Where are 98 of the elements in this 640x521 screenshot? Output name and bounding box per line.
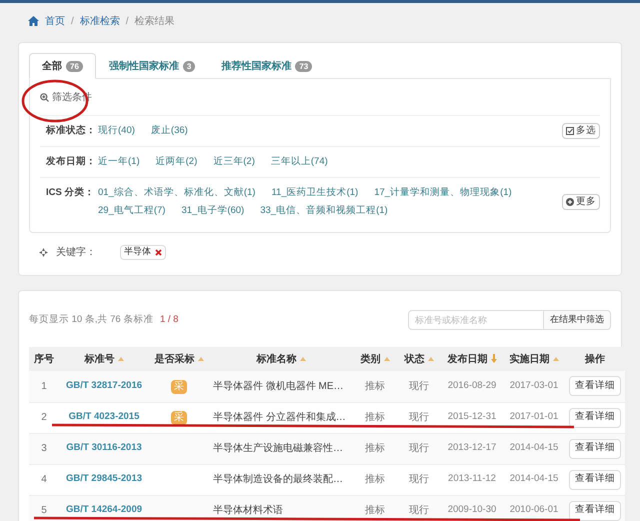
table-cell: 2009-10-30 xyxy=(441,495,503,521)
filter-label: 发布日期： xyxy=(44,155,97,169)
filter-option[interactable]: 17_计量学和测量、物理现象(1) xyxy=(374,184,512,202)
standard-link[interactable]: GB/T 14264-2009 xyxy=(59,495,149,521)
table-cell: 半导体器件 微机电器件 ME… xyxy=(209,371,353,402)
table-cell: 推标 xyxy=(353,495,397,521)
home-icon xyxy=(28,16,39,26)
filter-option[interactable]: 近两年(2) xyxy=(156,153,198,171)
zoom-in-icon xyxy=(40,92,49,102)
view-details-button[interactable]: 查看详细 xyxy=(569,408,621,428)
table-cell: 半导体器件 分立器件和集成… xyxy=(209,402,353,433)
filter-label: ICS 分类： xyxy=(45,186,96,200)
filter-option[interactable]: 近三年(2) xyxy=(213,153,255,171)
standard-link[interactable]: GB/T 32817-2016 xyxy=(59,371,149,402)
filter-option[interactable]: 现行(40) xyxy=(98,122,135,140)
standard-link[interactable]: GB/T 30116-2013 xyxy=(59,433,149,464)
keyword-label: 关键字： xyxy=(56,246,96,260)
remove-icon[interactable] xyxy=(155,248,162,256)
adopted-badge: 采 xyxy=(171,380,187,394)
table-cell: 2013-12-17 xyxy=(441,433,503,464)
view-details-button[interactable]: 查看详细 xyxy=(569,376,621,396)
table-cell: 3 xyxy=(29,433,59,464)
column-header[interactable]: 标准名称 xyxy=(209,347,353,371)
more-button[interactable]: 更多 xyxy=(562,194,600,210)
count-badge: 3 xyxy=(182,60,196,72)
filter-label: 标准状态： xyxy=(44,124,97,138)
table-cell: 推标 xyxy=(353,464,397,495)
table-cell: 现行 xyxy=(397,464,441,495)
breadcrumb-separator: / xyxy=(71,14,74,28)
table-cell: 现行 xyxy=(397,433,441,464)
count-badge: 76 xyxy=(66,60,83,72)
table-cell: 推标 xyxy=(353,433,397,464)
column-header[interactable]: 状态 xyxy=(397,347,441,371)
filter-option[interactable]: 近一年(1) xyxy=(98,153,140,171)
breadcrumb-item[interactable]: 标准检索 xyxy=(80,14,120,28)
tab[interactable]: 强制性国家标准 3 xyxy=(96,53,208,79)
standard-link[interactable]: GB/T 29845-2013 xyxy=(59,464,149,495)
sort-icon[interactable] xyxy=(428,356,434,361)
table-cell: 半导体生产设施电磁兼容性… xyxy=(209,433,353,464)
table-cell: 2010-06-01 xyxy=(503,495,565,521)
table-cell: 2015-12-31 xyxy=(441,402,503,433)
table-cell: 5 xyxy=(29,495,59,521)
table-cell: 半导体材料术语 xyxy=(209,495,353,521)
filter-option[interactable]: 29_电气工程(7) xyxy=(98,202,166,220)
standard-link[interactable]: GB/T 4023-2015 xyxy=(59,402,149,433)
filter-option[interactable]: 三年以上(74) xyxy=(270,153,328,171)
table-cell: 2013-11-12 xyxy=(441,464,503,495)
table-cell: 现行 xyxy=(397,402,441,433)
tab[interactable]: 推荐性国家标准 73 xyxy=(208,53,326,79)
filter-option[interactable]: 33_电信、音频和视频工程(1) xyxy=(260,202,388,220)
sort-icon[interactable] xyxy=(300,356,306,361)
column-header[interactable]: 标准号 xyxy=(59,347,149,371)
table-cell: 4 xyxy=(29,464,59,495)
tab[interactable]: 全部 76 xyxy=(29,53,96,79)
view-details-button[interactable]: 查看详细 xyxy=(569,500,621,520)
filter-option[interactable]: 01_综合、术语学、标准化、文献(1) xyxy=(98,184,256,202)
keyword-tag: 半导体 xyxy=(120,244,166,260)
checkbox-icon xyxy=(566,127,574,135)
table-cell: 现行 xyxy=(397,495,441,521)
filter-option[interactable]: 11_医药卫生技术(1) xyxy=(271,184,358,202)
table-cell: 半导体制造设备的最终装配… xyxy=(209,464,353,495)
search-field[interactable]: 标准号或标准名称 xyxy=(408,310,544,330)
filter-option[interactable]: 废止(36) xyxy=(150,122,188,140)
sort-icon[interactable] xyxy=(552,356,558,361)
table-cell: 1 xyxy=(29,371,59,402)
table-cell: 2016-08-29 xyxy=(441,371,503,402)
column-header[interactable]: 实施日期 xyxy=(503,347,565,371)
column-header: 操作 xyxy=(565,347,625,371)
view-details-button[interactable]: 查看详细 xyxy=(569,438,621,458)
plus-circle-icon xyxy=(566,198,574,206)
table-cell: 2014-04-15 xyxy=(503,464,565,495)
table-cell: 2017-03-01 xyxy=(503,371,565,402)
sort-icon[interactable] xyxy=(384,356,390,361)
filter-in-results-button[interactable]: 在结果中筛选 xyxy=(544,310,611,330)
view-details-button[interactable]: 查看详细 xyxy=(569,470,621,490)
count-badge: 73 xyxy=(295,60,312,72)
sort-icon[interactable] xyxy=(198,356,204,361)
sort-icon[interactable] xyxy=(118,356,124,361)
column-header[interactable]: 类别 xyxy=(353,347,397,371)
breadcrumb-item[interactable]: 首页 xyxy=(45,14,65,28)
table-cell: 推标 xyxy=(353,371,397,402)
multi-select-button[interactable]: 多选 xyxy=(562,123,600,139)
adopted-badge: 采 xyxy=(171,411,187,425)
sort-descending-icon[interactable] xyxy=(490,354,496,364)
pager-summary: 每页显示 10 条,共 76 条标准 1 / 8 xyxy=(29,312,178,327)
filter-option[interactable]: 31_电子学(60) xyxy=(181,202,244,220)
annotation-circle xyxy=(20,78,90,124)
crosshair-icon xyxy=(39,248,48,256)
table-cell: 2017-01-01 xyxy=(503,402,565,433)
column-header[interactable]: 是否采标 xyxy=(149,347,209,371)
table-cell: 2014-04-15 xyxy=(503,433,565,464)
column-header: 序号 xyxy=(29,347,59,371)
table-cell: 推标 xyxy=(353,402,397,433)
table-cell: 现行 xyxy=(397,371,441,402)
breadcrumb-separator: / xyxy=(126,14,129,28)
breadcrumb-item: 检索结果 xyxy=(134,14,175,28)
table-cell: 2 xyxy=(29,402,59,433)
column-header[interactable]: 发布日期 xyxy=(441,347,503,371)
